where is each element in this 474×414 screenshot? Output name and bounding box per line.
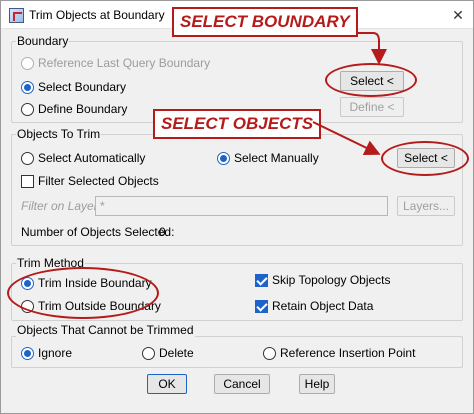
select-boundary-arrow (357, 32, 387, 65)
callout-arrows (312, 32, 387, 155)
select-objects-arrow (312, 121, 381, 155)
dialog-window: Trim Objects at Boundary ✕ Boundary Refe… (0, 0, 474, 414)
